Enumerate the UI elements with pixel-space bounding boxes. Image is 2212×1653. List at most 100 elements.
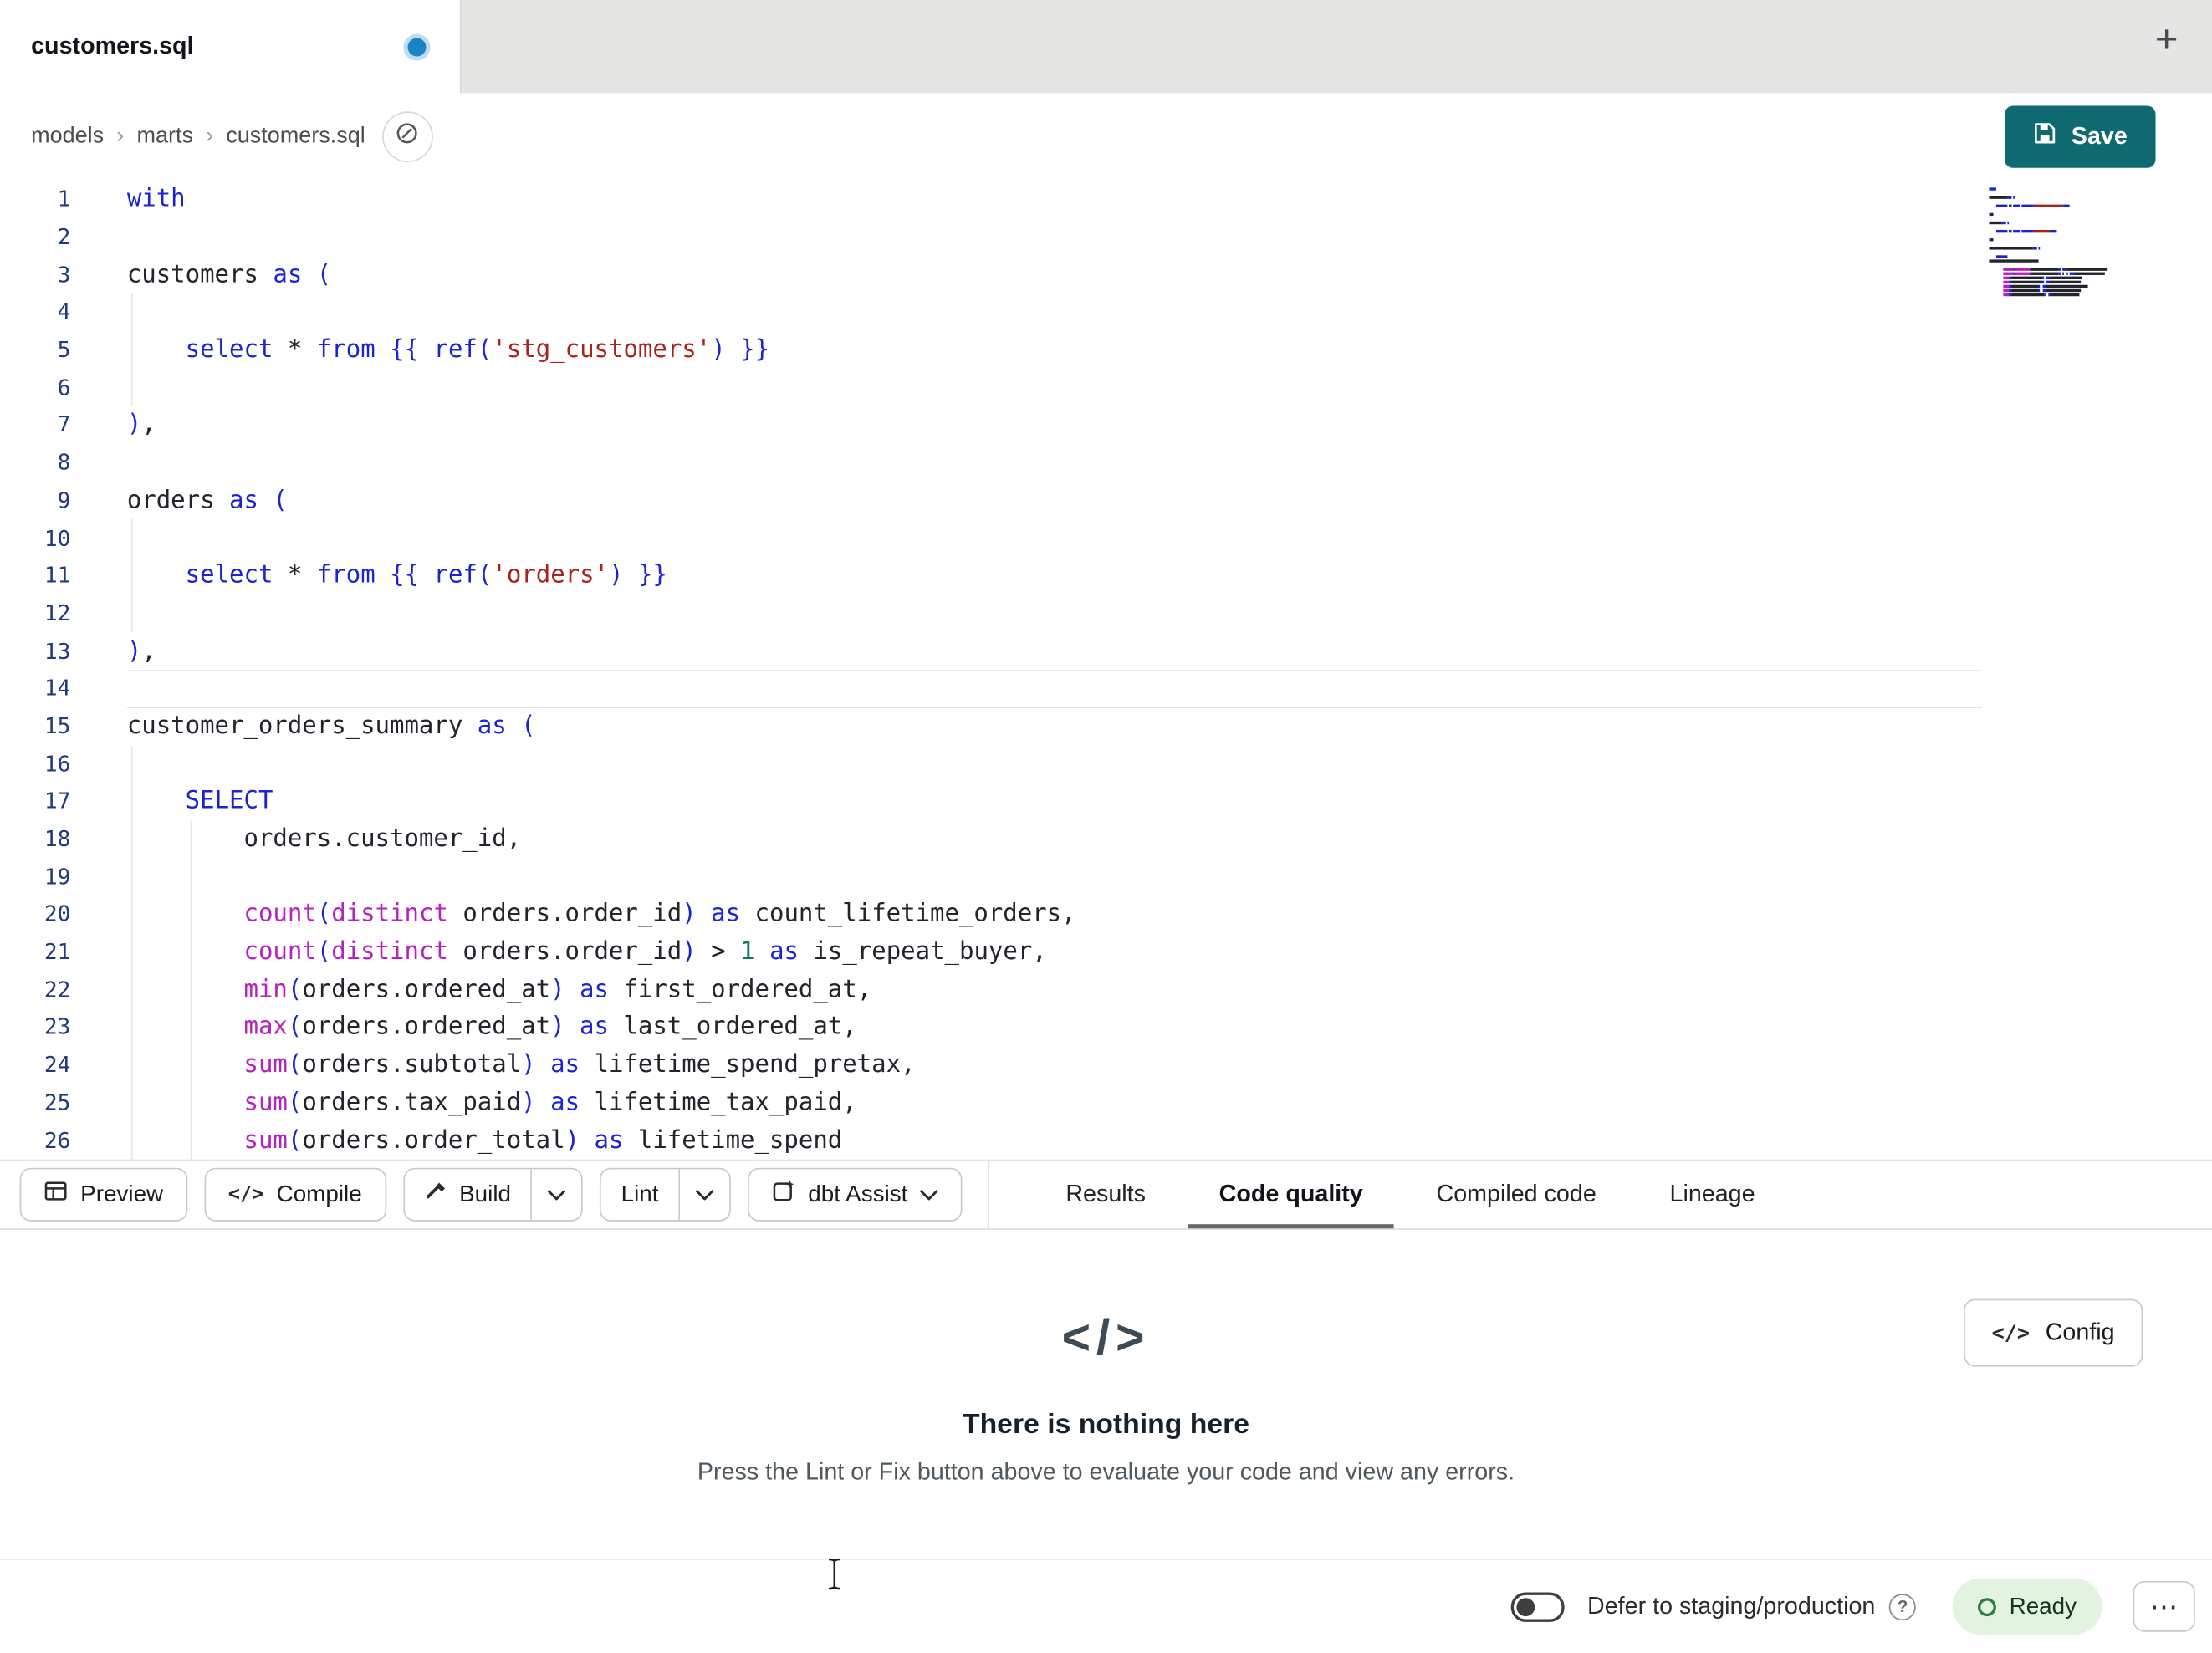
build-label: Build <box>459 1181 512 1207</box>
save-button[interactable]: Save <box>2005 105 2156 168</box>
code-line[interactable]: 21 count(distinct orders.order_id) > 1 a… <box>0 933 2212 971</box>
code-line[interactable]: 7), <box>0 406 2212 444</box>
code-empty-icon: </> <box>1061 1310 1151 1365</box>
breadcrumb-models[interactable]: models <box>31 124 104 149</box>
build-button[interactable]: Build <box>404 1169 530 1220</box>
code-line[interactable]: 5 select * from {{ ref('stg_customers') … <box>0 331 2212 369</box>
code-editor[interactable]: 1 with 2 3 customers as (4 5 select * from {{… <box>0 180 2212 1160</box>
code-text[interactable] <box>127 293 1982 331</box>
code-line[interactable]: 1 with <box>0 181 2212 218</box>
dbt-assist-button[interactable]: dbt Assist <box>747 1167 963 1222</box>
help-icon[interactable]: ? <box>1889 1593 1917 1620</box>
defer-toggle[interactable] <box>1510 1591 1566 1622</box>
code-text[interactable]: count(distinct orders.order_id) > 1 as i… <box>127 933 1982 971</box>
code-text[interactable]: customer_orders_summary as ( <box>127 707 1982 745</box>
editor-tab-bar: customers.sql + <box>0 0 2212 94</box>
code-line[interactable]: 10 <box>0 519 2212 557</box>
code-line[interactable]: 18 orders.customer_id, <box>0 820 2212 858</box>
overflow-menu-button[interactable]: ⋯ <box>2133 1580 2195 1632</box>
code-line[interactable]: 16 <box>0 745 2212 783</box>
code-text[interactable]: orders as ( <box>127 482 1982 519</box>
defer-label: Defer to staging/production <box>1587 1592 1876 1620</box>
code-line[interactable]: 19 <box>0 858 2212 895</box>
code-line[interactable]: 23 max(orders.ordered_at) as last_ordere… <box>0 1008 2212 1046</box>
code-text[interactable] <box>127 745 1982 783</box>
chevron-down-icon <box>548 1181 566 1208</box>
tab-title: customers.sql <box>31 32 194 59</box>
line-number: 6 <box>57 375 71 400</box>
toolbar-divider <box>988 1159 990 1230</box>
code-line[interactable]: 22 min(orders.ordered_at) as first_order… <box>0 971 2212 1008</box>
panel-tab-lineage[interactable]: Lineage <box>1633 1161 1792 1228</box>
code-line[interactable]: 15 customer_orders_summary as ( <box>0 707 2212 745</box>
line-number: 7 <box>57 412 71 438</box>
code-line[interactable]: 11 select * from {{ ref('orders') }} <box>0 557 2212 594</box>
code-line[interactable]: 3 customers as ( <box>0 256 2212 293</box>
breadcrumb-separator: › <box>206 124 214 149</box>
file-action-button[interactable] <box>382 111 433 162</box>
code-text[interactable] <box>127 218 1982 256</box>
lint-split-button: Lint <box>600 1167 731 1222</box>
code-text[interactable]: select * from {{ ref('stg_customers') }} <box>127 331 1982 369</box>
code-text[interactable]: select * from {{ ref('orders') }} <box>127 557 1982 594</box>
save-label: Save <box>2071 122 2128 150</box>
line-number: 8 <box>57 450 71 476</box>
code-line[interactable]: 9 orders as ( <box>0 482 2212 519</box>
code-line[interactable]: 20 count(distinct orders.order_id) as co… <box>0 895 2212 933</box>
panel-tab-results[interactable]: Results <box>1029 1161 1182 1228</box>
code-line[interactable]: 12 <box>0 594 2212 632</box>
code-line[interactable]: 4 <box>0 293 2212 331</box>
code-text[interactable]: sum(orders.subtotal) as lifetime_spend_p… <box>127 1046 1982 1084</box>
preview-label: Preview <box>80 1181 164 1207</box>
new-tab-button[interactable]: + <box>2155 19 2179 59</box>
code-text[interactable] <box>127 594 1982 632</box>
lint-dropdown-button[interactable] <box>678 1169 729 1221</box>
minimap[interactable] <box>1989 186 2118 297</box>
code-text[interactable]: count(distinct orders.order_id) as count… <box>127 895 1982 933</box>
code-line[interactable]: 2 <box>0 218 2212 256</box>
code-line[interactable]: 17 SELECT <box>0 783 2212 820</box>
line-number: 1 <box>57 186 71 212</box>
compile-label: Compile <box>276 1181 362 1207</box>
code-line[interactable]: 25 sum(orders.tax_paid) as lifetime_tax_… <box>0 1084 2212 1121</box>
panel-tab-code-quality[interactable]: Code quality <box>1183 1161 1400 1229</box>
code-text[interactable]: min(orders.ordered_at) as first_ordered_… <box>127 971 1982 1008</box>
code-line[interactable]: 6 <box>0 369 2212 406</box>
code-text[interactable] <box>127 858 1982 895</box>
panel-tab-compiled-code[interactable]: Compiled code <box>1400 1161 1633 1228</box>
line-number: 2 <box>57 224 71 250</box>
hammer-icon <box>424 1180 447 1209</box>
code-text[interactable] <box>127 519 1982 557</box>
code-text[interactable]: with <box>127 181 1982 218</box>
code-text[interactable]: max(orders.ordered_at) as last_ordered_a… <box>127 1008 1982 1046</box>
preview-button[interactable]: Preview <box>19 1167 187 1222</box>
line-number: 11 <box>43 563 71 589</box>
code-line[interactable]: 24 sum(orders.subtotal) as lifetime_spen… <box>0 1046 2212 1084</box>
code-text[interactable]: ), <box>127 406 1982 444</box>
status-badge[interactable]: Ready <box>1953 1578 2102 1635</box>
code-text[interactable] <box>127 670 1982 707</box>
lint-button[interactable]: Lint <box>601 1169 678 1220</box>
code-text[interactable]: orders.customer_id, <box>127 820 1982 858</box>
code-line[interactable]: 8 <box>0 444 2212 482</box>
code-line[interactable]: 14 <box>0 670 2212 707</box>
line-number: 10 <box>43 525 71 551</box>
code-text[interactable]: customers as ( <box>127 256 1982 293</box>
line-number: 25 <box>43 1089 71 1116</box>
table-icon <box>43 1179 68 1210</box>
build-dropdown-button[interactable] <box>530 1169 582 1221</box>
code-text[interactable] <box>127 369 1982 406</box>
code-text[interactable]: ), <box>127 632 1982 670</box>
compile-button[interactable]: </> Compile <box>204 1167 386 1222</box>
code-text[interactable]: sum(orders.order_total) as lifetime_spen… <box>127 1121 1982 1159</box>
line-number: 16 <box>43 751 71 777</box>
code-text[interactable] <box>127 444 1982 482</box>
code-text[interactable]: sum(orders.tax_paid) as lifetime_tax_pai… <box>127 1084 1982 1121</box>
code-line[interactable]: 13), <box>0 632 2212 670</box>
breadcrumb-marts[interactable]: marts <box>136 124 192 149</box>
breadcrumb-separator: › <box>116 124 125 149</box>
code-line[interactable]: 26 sum(orders.order_total) as lifetime_s… <box>0 1121 2212 1159</box>
code-text[interactable]: SELECT <box>127 783 1982 820</box>
tab-customers-sql[interactable]: customers.sql <box>0 0 462 94</box>
line-number: 13 <box>43 638 71 664</box>
